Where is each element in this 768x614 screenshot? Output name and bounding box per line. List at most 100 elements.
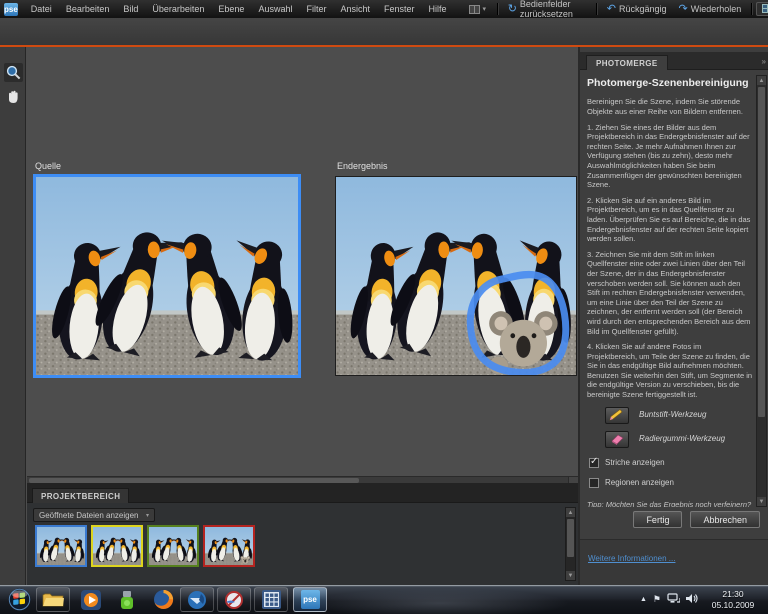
open-files-dropdown[interactable]: Geöffnete Dateien anzeigen ▾ [33,508,155,522]
network-icon[interactable] [667,591,681,609]
menu-filter[interactable]: Filter [299,0,333,18]
menu-bar: pse Datei Bearbeiten Bild Überarbeiten E… [0,0,768,19]
undo-label: Rückgängig [618,4,667,14]
clock-time: 21:30 [722,588,744,599]
folder-icon [42,593,64,607]
app-window: pse Datei Bearbeiten Bild Überarbeiten E… [0,0,768,614]
menu-hilfe[interactable]: Hilfe [422,0,454,18]
show-regions-label: Regionen anzeigen [605,477,674,487]
project-bin: PROJEKTBEREICH Geöffnete Dateien anzeige… [27,483,578,585]
project-scrollbar[interactable]: ▲ ▼ [565,507,576,581]
show-regions-checkbox[interactable]: ✓ [589,478,599,488]
usb-device-icon [121,590,133,609]
panel-menu-icon[interactable]: » [762,57,766,66]
photomerge-panel: PHOTOMERGE » Photomerge-Szenenbereinigun… [578,47,768,585]
calculator-icon [261,590,281,609]
divider [751,3,752,15]
scrollbar-thumb[interactable] [758,87,765,417]
menu-auswahl[interactable]: Auswahl [251,0,299,18]
chevron-down-icon: ▾ [482,6,487,13]
thunderbird-taskbar-button[interactable] [180,587,214,612]
thumbnail-3[interactable] [147,525,199,567]
window-arrange-button[interactable]: ▾ [462,0,494,18]
volume-icon[interactable] [686,591,698,609]
menu-ebene[interactable]: Ebene [211,0,251,18]
menu-bearbeiten[interactable]: Bearbeiten [59,0,117,18]
step-1: 1. Ziehen Sie eines der Bilder aus dem P… [587,122,750,190]
panel-content: Photomerge-Szenenbereinigung Bereinigen … [587,75,753,507]
panel-scrollbar[interactable]: ▲ ▼ [756,75,767,507]
active-mode-accent-line [0,45,768,47]
more-info-link[interactable]: Weitere Informationen ... [588,554,675,563]
menu-bild[interactable]: Bild [116,0,145,18]
thumbnail-4[interactable] [203,525,255,567]
menu-ueberarbeiten[interactable]: Überarbeiten [145,0,211,18]
redo-button[interactable]: ↷ Wiederholen [672,0,747,18]
menu-datei[interactable]: Datei [24,0,59,18]
reset-panels-icon: ↻ [507,2,517,15]
eraser-tool-button[interactable] [605,430,629,448]
clock-date: 05.10.2009 [711,599,755,610]
step-4: 4. Klicken Sie auf andere Fotos im Proje… [587,342,753,400]
eraser-icon [611,434,624,446]
panel-title: Photomerge-Szenenbereinigung [587,77,749,89]
scroll-up-icon[interactable]: ▲ [757,76,766,85]
menu-ansicht[interactable]: Ansicht [333,0,377,18]
eraser-tool-label: Radiergummi-Werkzeug [639,434,726,444]
scrollbar-thumb[interactable] [567,519,574,557]
calculator-taskbar-button[interactable] [254,587,288,612]
reset-panels-button[interactable]: ↻ Bedienfelder zurücksetzen [502,0,592,19]
thumbnail-2[interactable] [91,525,143,567]
usb-device-taskbar-button[interactable] [110,587,144,612]
undo-icon: ↶ [606,2,616,15]
tray-expand-icon[interactable]: ▲ [640,596,647,603]
pencil-icon [609,409,623,421]
scroll-up-icon[interactable]: ▲ [566,508,575,517]
divider [497,3,498,15]
redo-icon: ↷ [678,2,688,15]
tab-photomerge[interactable]: PHOTOMERGE [586,55,668,70]
zoom-tool-button[interactable] [4,63,23,82]
reset-panels-label: Bedienfelder zurücksetzen [519,0,573,19]
tool-strip [0,47,26,585]
source-image[interactable] [33,174,301,378]
undo-button[interactable]: ↶ Rückgängig [601,0,673,18]
redo-label: Wiederholen [690,4,742,14]
hand-tool-button[interactable] [4,87,23,106]
scroll-down-icon[interactable]: ▼ [566,571,575,580]
show-strokes-label: Striche anzeigen [605,457,665,467]
pse-taskbar-button[interactable]: pse [293,587,327,612]
done-button[interactable]: Fertig [633,511,683,528]
media-player-icon [81,589,101,610]
result-image-label: Endergebnis [337,161,388,171]
cancel-button[interactable]: Abbrechen [690,511,760,528]
project-bin-tabstrip: PROJEKTBEREICH [27,483,578,503]
media-player-taskbar-button[interactable] [74,587,108,612]
editor-canvas: Quelle Endergebnis [27,47,578,483]
show-strokes-checkbox[interactable]: ✓ [589,456,599,468]
organizer-button[interactable]: Organizer [755,2,768,16]
window-arrange-icon [468,4,480,14]
pse-taskbar-icon: pse [300,590,320,609]
scroll-down-icon[interactable]: ▼ [757,497,766,506]
pse-logo: pse [4,2,18,16]
menu-fenster[interactable]: Fenster [377,0,422,18]
panel-header: PHOTOMERGE » [580,52,768,70]
app-taskbar-button[interactable] [217,587,251,612]
project-bin-tab[interactable]: PROJEKTBEREICH [32,488,130,503]
thumbnail-1[interactable] [35,525,87,567]
pencil-tool-label: Buntstift-Werkzeug [639,410,707,420]
start-button[interactable] [2,587,36,612]
magnifier-icon [6,65,21,80]
horizontal-scrollbar[interactable] [27,476,578,483]
panel-intro: Bereinigen Sie die Szene, indem Sie stör… [587,97,743,117]
show-strokes-row: ✓ Striche anzeigen [589,456,753,468]
action-center-flag-icon[interactable]: ⚑ [653,594,661,605]
step-3: 3. Zeichnen Sie mit dem Stift im linken … [587,249,751,336]
firefox-taskbar-button[interactable] [146,587,180,612]
firefox-icon [153,589,173,609]
pencil-tool-button[interactable] [605,406,629,424]
taskbar-clock[interactable]: 21:30 05.10.2009 [704,589,762,610]
explorer-taskbar-button[interactable] [36,587,70,612]
result-image[interactable] [335,176,577,376]
